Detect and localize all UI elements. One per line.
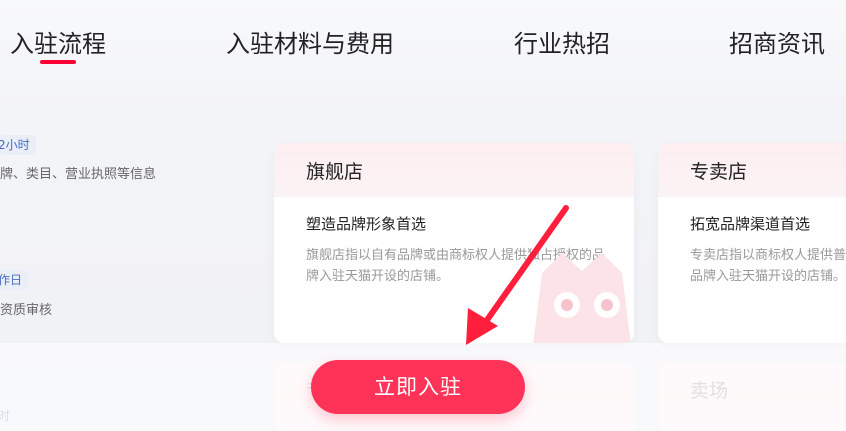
timeline-duration-badge: 2小时	[0, 135, 36, 155]
tab-hot-industries[interactable]: 行业热招	[514, 28, 610, 60]
merchant-onboarding-page: 入驻流程 入驻材料与费用 行业热招 招商资讯 2小时 牌、类目、营业执照等信息 …	[0, 0, 846, 431]
card-title: 专卖店	[690, 161, 748, 183]
timeline-step-text: 资质审核	[0, 303, 53, 318]
apply-now-button[interactable]: 立即入驻	[311, 360, 525, 414]
store-type-card-flagship[interactable]: 旗舰店 塑造品牌形象首选 旗舰店指以自有品牌或由商标权人提供独占授权的品牌入驻天…	[274, 143, 634, 343]
card-subtitle: 塑造品牌形象首选	[306, 215, 427, 233]
active-tab-indicator	[40, 60, 76, 64]
tab-materials-and-fees[interactable]: 入驻材料与费用	[226, 28, 394, 60]
card-subtitle: 拓宽品牌渠道首选	[690, 215, 811, 233]
card-description: 专卖店指以商标权人提供普通授权的品牌入驻天猫开设的店铺。	[690, 248, 846, 284]
card-header	[658, 143, 846, 197]
store-type-card-exclusive[interactable]: 专卖店 拓宽品牌渠道首选 专卖店指以商标权人提供普通授权的品牌入驻天猫开设的店铺…	[658, 143, 846, 343]
tab-investment-news[interactable]: 招商资讯	[729, 28, 825, 60]
timeline-step-text: 牌、类目、营业执照等信息	[0, 167, 157, 182]
section-tabs: 入驻流程 入驻材料与费用 行业热招 招商资讯	[0, 0, 846, 80]
timeline-duration-badge: 作日	[0, 270, 29, 290]
tab-onboarding-process[interactable]: 入驻流程	[10, 28, 106, 60]
card-title: 旗舰店	[306, 161, 364, 183]
tmall-cat-icon	[533, 253, 631, 343]
